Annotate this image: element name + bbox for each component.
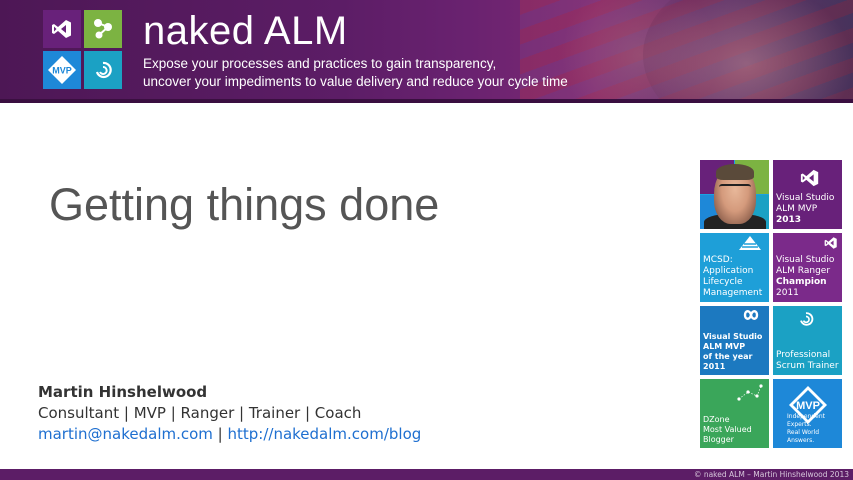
- visual-studio-icon: [43, 10, 81, 48]
- footer-bar: © naked ALM – Martin Hinshelwood 2013: [0, 469, 853, 480]
- tile-line: DZone: [703, 415, 730, 424]
- tile-text: Professional Scrum Trainer: [776, 350, 840, 372]
- tile-line: Professional: [776, 350, 831, 360]
- mvp-badge-icon: MVP: [43, 51, 81, 89]
- tile-line: Independent Experts.: [787, 413, 826, 428]
- presenter-photo-tile: [700, 160, 769, 229]
- connected-nodes-icon: [84, 10, 122, 48]
- tile-text: MCSD: Application Lifecycle Management: [703, 255, 767, 299]
- tile-professional-scrum-trainer: Professional Scrum Trainer: [773, 306, 842, 375]
- banner-divider: [0, 99, 853, 103]
- tile-line: MCSD:: [703, 255, 733, 265]
- stack-pyramid-icon: [739, 236, 761, 254]
- photo-hair: [716, 164, 754, 180]
- tile-alm-ranger: Visual Studio ALM Ranger Champion 2011: [773, 233, 842, 302]
- visual-studio-icon: [800, 168, 820, 192]
- photo-glasses: [719, 184, 751, 194]
- tile-line: Scrum Trainer: [776, 361, 839, 371]
- tile-line: ALM MVP: [703, 342, 746, 351]
- tile-line: Lifecycle: [703, 277, 743, 287]
- mvp-logo-label: MVP: [52, 66, 72, 76]
- tile-line: Visual Studio: [776, 193, 835, 203]
- tile-line-bold: 2013: [776, 215, 802, 225]
- visual-studio-icon: [824, 236, 838, 254]
- tile-vs-mvp-2013: Visual Studio ALM MVP 2013: [773, 160, 842, 229]
- email-link[interactable]: martin@nakedalm.com: [38, 425, 213, 443]
- tile-line: 2011: [703, 362, 726, 371]
- tile-line: Application: [703, 266, 754, 276]
- face-image-right: [643, 0, 853, 103]
- tagline-line-1: Expose your processes and practices to g…: [143, 56, 497, 71]
- brand-title: naked ALM: [143, 9, 348, 53]
- tile-line: of the year: [703, 352, 753, 361]
- mvp-badge-label: MVP: [796, 400, 820, 412]
- tile-line: Most Valued: [703, 425, 752, 434]
- tile-text: Visual Studio ALM MVP 2013: [776, 193, 840, 226]
- tile-mcsd: MCSD: Application Lifecycle Management: [700, 233, 769, 302]
- tile-line: Visual Studio: [703, 332, 763, 341]
- tile-line: Blogger: [703, 435, 734, 444]
- tile-line: Management: [703, 288, 763, 298]
- tile-text: Independent Experts. Real World Answers.: [787, 413, 840, 445]
- tile-text: Visual Studio ALM Ranger Champion 2011: [776, 255, 840, 299]
- presenter-roles: Consultant | MVP | Ranger | Trainer | Co…: [38, 404, 362, 422]
- blog-link[interactable]: http://nakedalm.com/blog: [228, 425, 422, 443]
- tile-line: ALM Ranger: [776, 266, 831, 276]
- tile-text: Visual Studio ALM MVP of the year 2011: [703, 332, 767, 372]
- copyright-text: © naked ALM – Martin Hinshelwood 2013: [693, 470, 849, 479]
- presenter-name: Martin Hinshelwood: [38, 383, 208, 401]
- presenter-info: Martin Hinshelwood Consultant | MVP | Ra…: [38, 382, 421, 445]
- constellation-icon: [735, 383, 765, 409]
- scrum-swirl-icon: [796, 309, 816, 333]
- header-banner: MVP naked ALM Expose your processes and …: [0, 0, 853, 103]
- tile-line-bold: Champion: [776, 277, 827, 287]
- infinity-icon: [739, 308, 763, 326]
- brand-tagline: Expose your processes and practices to g…: [143, 55, 568, 91]
- tile-line: ALM MVP: [776, 204, 818, 214]
- tile-mvp-of-year: Visual Studio ALM MVP of the year 2011: [700, 306, 769, 375]
- scrum-swirl-icon: [84, 51, 122, 89]
- tile-line: 2011: [776, 288, 799, 298]
- presenter-links: martin@nakedalm.com | http://nakedalm.co…: [38, 424, 421, 445]
- tile-line: Visual Studio: [776, 255, 835, 265]
- tagline-line-2: uncover your impediments to value delive…: [143, 74, 568, 89]
- tile-mvp: MVP Independent Experts. Real World Answ…: [773, 379, 842, 448]
- tile-text: DZone Most Valued Blogger: [703, 415, 767, 445]
- tile-line: Real World Answers.: [787, 429, 820, 444]
- tile-dzone: DZone Most Valued Blogger: [700, 379, 769, 448]
- slide-title: Getting things done: [49, 179, 440, 230]
- link-separator: |: [212, 425, 228, 443]
